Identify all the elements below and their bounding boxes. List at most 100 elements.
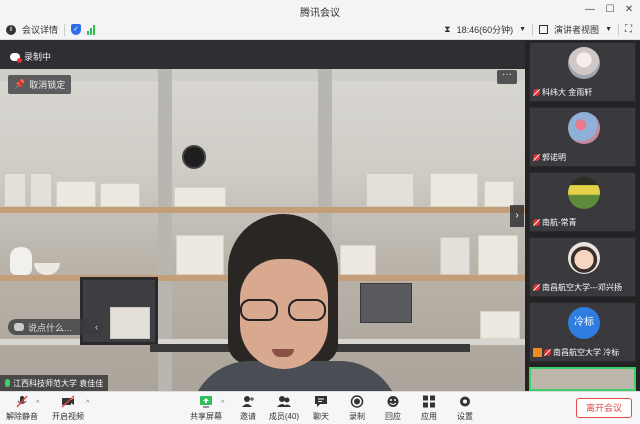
close-icon[interactable]: ✕ [622, 3, 636, 17]
network-signal-icon[interactable] [87, 24, 96, 35]
shelf-box [110, 307, 150, 339]
cloud-record-icon [10, 52, 22, 63]
invite-icon [242, 396, 254, 407]
next-page-arrow[interactable]: › [510, 205, 524, 227]
view-mode-button[interactable]: 演讲者视图 [554, 23, 599, 36]
shelf-books [340, 245, 376, 275]
leave-meeting-button[interactable]: 离开会议 [576, 398, 632, 418]
members-button[interactable]: 成员(40) [266, 395, 302, 422]
main-video-area[interactable]: 录制中 📌 取消锁定 ··· › 说点什么... ‹ 江西科技师范大学 袁佳佳 [0, 41, 525, 391]
chat-label: 聊天 [313, 412, 329, 421]
avatar [568, 242, 600, 274]
reactions-button[interactable]: 回应 [375, 395, 411, 422]
speaker-name: 江西科技师范大学 袁佳佳 [13, 378, 104, 388]
layout-icon [539, 25, 549, 34]
participant-tile[interactable]: 郭诺明 [529, 107, 636, 167]
shelf-books [484, 181, 514, 207]
avatar-initials: 冷标 [574, 317, 594, 328]
maximize-icon[interactable]: ☐ [603, 3, 617, 17]
shelf-books [100, 183, 140, 207]
chat-input[interactable]: 说点什么... ‹ [8, 319, 104, 335]
share-screen-label: 共享屏幕 [190, 412, 222, 421]
shelf-books [56, 181, 96, 207]
unpin-icon: 📌 [14, 79, 26, 89]
avatar [568, 112, 600, 144]
share-screen-button[interactable]: 共享屏幕 [188, 395, 224, 422]
participant-name: 南航-常青 [542, 218, 577, 227]
divider [618, 23, 619, 36]
shelf-box [366, 173, 414, 207]
participant-name: 科纬大 金雨轩 [542, 88, 593, 97]
share-screen-icon [200, 396, 212, 408]
chevron-left-icon[interactable]: ‹ [95, 322, 98, 332]
participant-tile[interactable]: 科纬大 金雨轩 [529, 42, 636, 102]
shelf-books [176, 235, 224, 275]
start-video-label: 开启视频 [52, 412, 84, 421]
mic-active-icon [5, 379, 10, 387]
invite-button[interactable]: 邀请 [230, 395, 266, 422]
participant-tile[interactable]: 南昌航空大学---邓兴扬 [529, 237, 636, 297]
clock-icon [182, 145, 206, 169]
title-bar: 腾讯会议 — ☐ ✕ [0, 0, 640, 20]
speaker-video [0, 69, 525, 391]
chat-button[interactable]: 聊天 [303, 395, 339, 422]
bowl [34, 263, 60, 275]
apps-button[interactable]: 应用 [411, 395, 447, 422]
chevron-up-icon[interactable]: ^ [221, 400, 224, 407]
chat-bubble-icon [14, 323, 24, 331]
gear-icon [460, 396, 470, 407]
participant-name: 南昌航空大学---邓兴扬 [542, 283, 622, 292]
meeting-details-button[interactable]: 会议详情 [22, 23, 58, 36]
vase [10, 247, 32, 275]
participant-tile[interactable]: 冷标 南昌航空大学 冷标 [529, 302, 636, 362]
record-label: 录制 [349, 412, 365, 421]
mic-muted-icon [16, 395, 28, 408]
laptop [360, 283, 412, 323]
shelf-books [430, 173, 478, 207]
chat-placeholder: 说点什么... [28, 322, 72, 333]
speaker-name-tag: 江西科技师范大学 袁佳佳 [0, 375, 109, 391]
unpin-button[interactable]: 📌 取消锁定 [8, 75, 72, 94]
mic-muted-icon [533, 284, 540, 291]
hourglass-icon: ⧗ [444, 24, 451, 34]
mic-muted-icon [533, 89, 540, 96]
reactions-label: 回应 [385, 412, 401, 421]
participant-panel: 科纬大 金雨轩 郭诺明 南航-常青 南昌航空大学---邓兴扬 冷标 南昌航空大学… [525, 41, 640, 391]
host-badge-icon [533, 348, 542, 357]
info-icon[interactable]: i [6, 24, 16, 35]
start-video-button[interactable]: 开启视频 [50, 395, 86, 422]
shelf-box [4, 173, 26, 207]
window-title: 腾讯会议 [300, 8, 340, 19]
chevron-up-icon[interactable]: ^ [36, 400, 39, 407]
record-button[interactable]: 录制 [339, 395, 375, 422]
avatar [568, 177, 600, 209]
settings-label: 设置 [457, 412, 473, 421]
unmute-label: 解除静音 [6, 412, 38, 421]
fullscreen-icon[interactable]: ⛶ [625, 24, 632, 35]
unmute-button[interactable]: 解除静音 [4, 395, 40, 422]
chevron-down-icon[interactable]: ▼ [605, 26, 612, 33]
more-options-button[interactable]: ··· [497, 70, 517, 84]
reaction-icon [387, 396, 399, 407]
divider [532, 23, 534, 36]
security-shield-icon[interactable]: ✓ [71, 24, 82, 35]
participant-tile[interactable]: 南航-常青 [529, 172, 636, 232]
shelf-box [30, 173, 52, 207]
recording-indicator: 录制中 [10, 50, 51, 63]
record-icon [350, 395, 364, 408]
settings-button[interactable]: 设置 [447, 395, 483, 422]
chevron-down-icon[interactable]: ▼ [519, 26, 526, 33]
minimize-icon[interactable]: — [583, 3, 597, 17]
shelf-books [478, 235, 518, 275]
mic-muted-icon [533, 219, 540, 226]
shelf-books [174, 187, 226, 207]
members-label: 成员(40) [268, 412, 300, 421]
meeting-timer: 18:46(60分钟) [456, 25, 514, 35]
avatar: 冷标 [568, 307, 600, 339]
chevron-up-icon[interactable]: ^ [86, 400, 89, 407]
participant-tile-active[interactable] [529, 367, 636, 391]
ceiling [0, 69, 525, 81]
avatar [568, 47, 600, 79]
shelf-books [480, 311, 520, 339]
mic-muted-icon [544, 349, 551, 356]
